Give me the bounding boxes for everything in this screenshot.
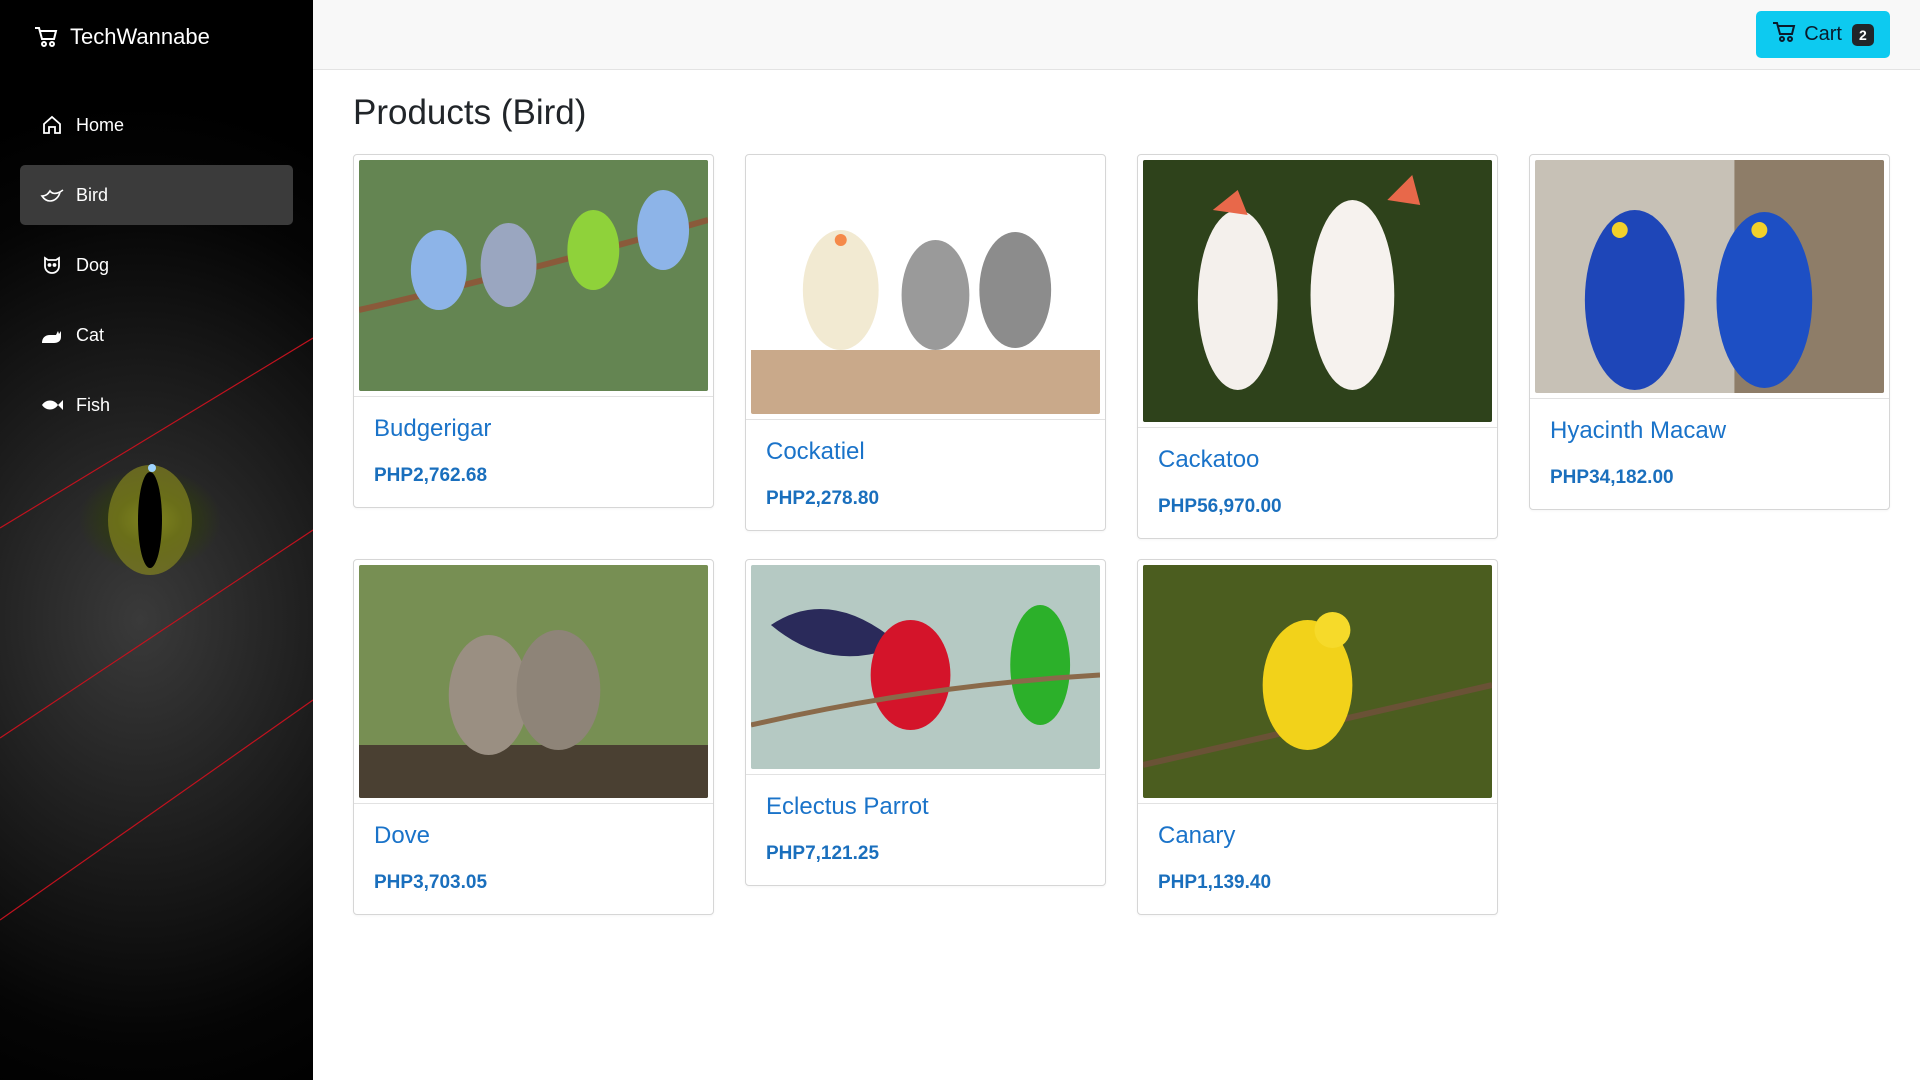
product-card[interactable]: Hyacinth Macaw PHP34,182.00 xyxy=(1529,154,1890,510)
cart-icon xyxy=(1772,21,1798,49)
product-card[interactable]: Dove PHP3,703.05 xyxy=(353,559,714,915)
product-name[interactable]: Dove xyxy=(374,822,693,850)
brand-name: TechWannabe xyxy=(70,24,210,49)
product-card[interactable]: Eclectus Parrot PHP7,121.25 xyxy=(745,559,1106,886)
sidebar-item-label: Dog xyxy=(76,254,110,275)
dog-icon xyxy=(40,253,64,277)
product-card[interactable]: Budgerigar PHP2,762.68 xyxy=(353,154,714,508)
cart-icon xyxy=(34,26,58,48)
sidebar: TechWannabe Home Bird Dog Cat Fish xyxy=(0,0,313,1080)
product-card[interactable]: Canary PHP1,139.40 xyxy=(1137,559,1498,915)
sidebar-item-label: Home xyxy=(76,114,125,135)
product-image[interactable] xyxy=(751,565,1100,769)
sidebar-nav: Home Bird Dog Cat Fish xyxy=(20,95,293,445)
cart-count-badge: 2 xyxy=(1852,23,1874,46)
sidebar-item-label: Bird xyxy=(76,184,109,205)
product-price: PHP1,139.40 xyxy=(1158,872,1272,893)
sidebar-item-cat[interactable]: Cat xyxy=(20,305,293,365)
sidebar-item-fish[interactable]: Fish xyxy=(20,375,293,435)
product-image[interactable] xyxy=(359,160,708,391)
product-price: PHP7,121.25 xyxy=(766,843,880,864)
cart-label: Cart xyxy=(1804,23,1842,45)
bird-icon xyxy=(40,183,64,207)
sidebar-item-dog[interactable]: Dog xyxy=(20,235,293,295)
product-card[interactable]: Cackatoo PHP56,970.00 xyxy=(1137,154,1498,539)
page-title: Products (Bird) xyxy=(353,93,587,132)
product-image[interactable] xyxy=(1143,160,1492,422)
product-name[interactable]: Budgerigar xyxy=(374,415,693,443)
sidebar-item-home[interactable]: Home xyxy=(20,95,293,155)
product-price: PHP2,762.68 xyxy=(374,465,488,486)
cat-icon xyxy=(40,323,64,347)
sidebar-item-bird[interactable]: Bird xyxy=(20,165,293,225)
product-name[interactable]: Eclectus Parrot xyxy=(766,793,1085,821)
brand[interactable]: TechWannabe xyxy=(34,22,210,52)
sidebar-item-label: Fish xyxy=(76,394,111,415)
product-name[interactable]: Cackatoo xyxy=(1158,446,1477,474)
product-image[interactable] xyxy=(751,160,1100,414)
product-image[interactable] xyxy=(359,565,708,798)
home-icon xyxy=(40,113,64,137)
top-bar: Cart 2 xyxy=(313,0,1920,70)
product-price: PHP3,703.05 xyxy=(374,872,488,893)
product-image[interactable] xyxy=(1143,565,1492,798)
product-card[interactable]: Cockatiel PHP2,278.80 xyxy=(745,154,1106,531)
product-image[interactable] xyxy=(1535,160,1884,393)
product-price: PHP56,970.00 xyxy=(1158,496,1282,517)
product-price: PHP34,182.00 xyxy=(1550,467,1674,488)
cart-button[interactable]: Cart 2 xyxy=(1756,11,1890,58)
product-price: PHP2,278.80 xyxy=(766,488,880,509)
product-name[interactable]: Hyacinth Macaw xyxy=(1550,417,1869,445)
sidebar-item-label: Cat xyxy=(76,324,105,345)
fish-icon xyxy=(40,393,64,417)
product-name[interactable]: Canary xyxy=(1158,822,1477,850)
product-name[interactable]: Cockatiel xyxy=(766,438,1085,466)
